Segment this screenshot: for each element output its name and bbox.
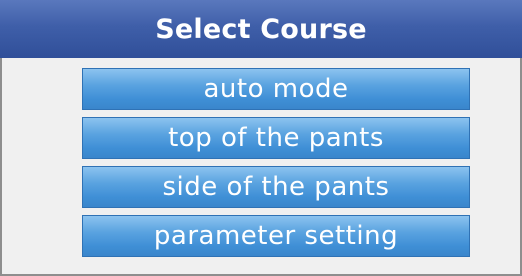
title-bar: Select Course <box>0 0 522 58</box>
side-of-the-pants-button[interactable]: side of the pants <box>82 166 470 208</box>
top-of-the-pants-button[interactable]: top of the pants <box>82 117 470 159</box>
parameter-setting-button[interactable]: parameter setting <box>82 215 470 257</box>
auto-mode-button[interactable]: auto mode <box>82 68 470 110</box>
select-course-dialog: Select Course auto mode top of the pants… <box>0 0 522 276</box>
dialog-title: Select Course <box>155 13 367 45</box>
course-menu: auto mode top of the pants side of the p… <box>82 68 470 264</box>
